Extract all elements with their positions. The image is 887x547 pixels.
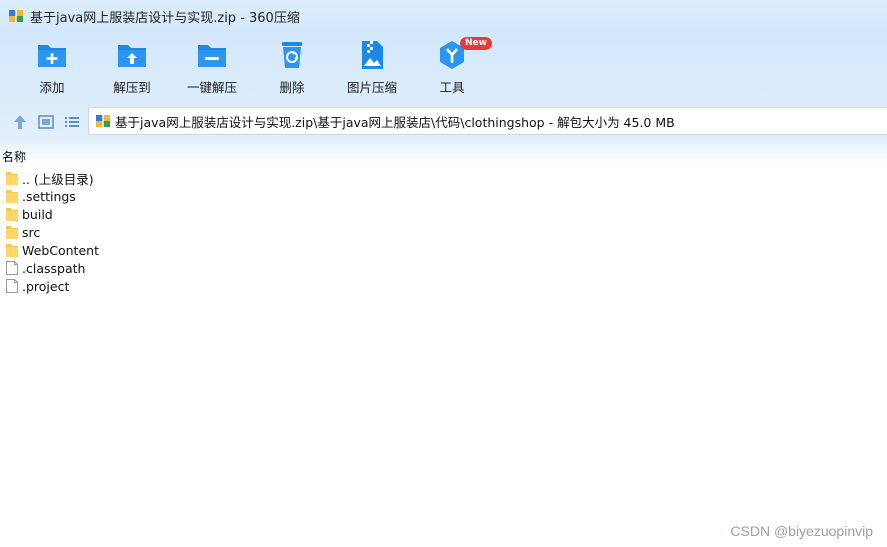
add-label: 添加 xyxy=(39,80,65,95)
list-item-folder[interactable]: build xyxy=(0,205,887,223)
list-item-name: .project xyxy=(22,278,70,294)
list-item-name: src xyxy=(22,224,41,240)
zip-archive-icon xyxy=(96,115,110,127)
folder-icon xyxy=(6,226,18,239)
list-item-folder[interactable]: WebContent xyxy=(0,241,887,259)
one-click-extract-icon xyxy=(198,45,226,67)
list-item-parent-directory[interactable]: .. (上级目录) xyxy=(0,169,887,187)
up-arrow-icon[interactable] xyxy=(11,113,29,131)
one-click-extract-label: 一键解压 xyxy=(186,80,237,95)
title-bar: 基于java网上服装店设计与实现.zip - 360压缩 xyxy=(0,0,887,32)
list-view-icon[interactable] xyxy=(63,113,81,131)
delete-button[interactable]: 删除 xyxy=(252,38,332,98)
toolbar: 添加 解压到 一键解压 删除 图片压缩 New 工具 xyxy=(0,32,887,100)
watermark: CSDN @biyezuopinvip xyxy=(730,523,873,539)
image-compress-button[interactable]: 图片压缩 xyxy=(332,38,412,98)
image-compress-icon xyxy=(362,41,383,69)
one-click-extract-button[interactable]: 一键解压 xyxy=(172,38,252,98)
extract-to-label: 解压到 xyxy=(113,80,151,95)
tools-button[interactable]: New 工具 xyxy=(412,37,492,98)
list-item-folder[interactable]: .settings xyxy=(0,187,887,205)
folder-icon xyxy=(6,190,18,203)
add-icon xyxy=(38,45,66,67)
zip-archive-icon xyxy=(9,10,23,22)
extract-to-icon xyxy=(118,45,146,67)
folder-icon xyxy=(6,244,18,257)
add-button[interactable]: 添加 xyxy=(12,38,92,98)
column-header-name[interactable]: 名称 xyxy=(2,148,26,165)
folder-icon xyxy=(6,208,18,221)
list-item-name: WebContent xyxy=(22,242,99,258)
list-item-folder[interactable]: src xyxy=(0,223,887,241)
extract-to-button[interactable]: 解压到 xyxy=(92,38,172,98)
file-icon xyxy=(6,279,18,293)
list-item-name: .settings xyxy=(22,188,76,204)
image-compress-label: 图片压缩 xyxy=(346,80,397,95)
delete-label: 删除 xyxy=(279,80,305,95)
list-item-file[interactable]: .classpath xyxy=(0,259,887,277)
file-icon xyxy=(6,261,18,275)
address-bar[interactable]: 基于java网上服装店设计与实现.zip\基于java网上服装店\代码\clot… xyxy=(88,107,887,135)
list-item-name: .classpath xyxy=(22,260,86,276)
tools-label: 工具 xyxy=(439,80,465,95)
window-title: 基于java网上服装店设计与实现.zip - 360压缩 xyxy=(30,10,300,26)
delete-icon xyxy=(282,42,302,68)
thumbnail-view-icon[interactable] xyxy=(37,113,55,131)
list-item-file[interactable]: .project xyxy=(0,277,887,295)
address-path: 基于java网上服装店设计与实现.zip\基于java网上服装店\代码\clot… xyxy=(115,114,675,130)
column-header: 名称 xyxy=(0,144,887,164)
file-list: .. (上级目录) .settings build src WebContent xyxy=(0,169,887,295)
folder-icon xyxy=(6,172,18,185)
new-badge: New xyxy=(460,37,492,50)
list-item-name: build xyxy=(22,206,53,222)
list-item-name: .. (上级目录) xyxy=(22,171,94,187)
